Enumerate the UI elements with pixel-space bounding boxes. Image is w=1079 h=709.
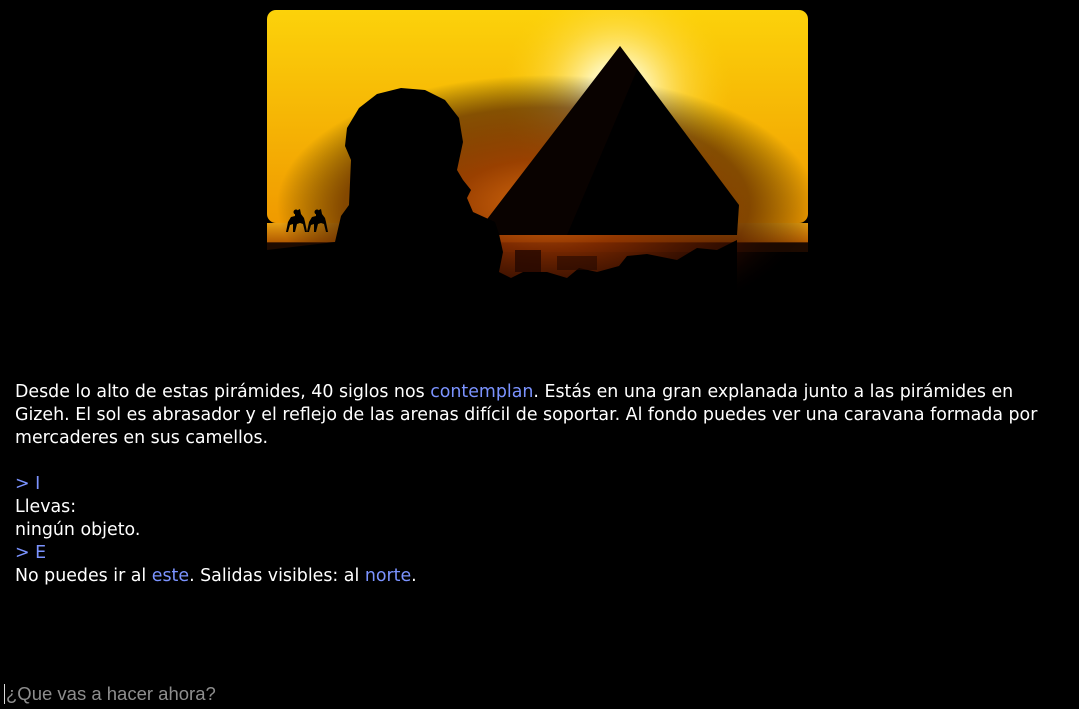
pyramids-sphinx-sunset-icon [267,10,808,340]
location-illustration [267,10,808,340]
inventory-items: ningún objeto. [15,520,141,540]
response-text: . [411,566,417,586]
response-text: . Salidas visibles: al [189,566,365,586]
game-transcript: Desde lo alto de estas pirámides, 40 sig… [15,381,1065,588]
command-echo: > I [15,474,41,494]
text-caret [4,684,5,704]
command-echo: > E [15,543,47,563]
contemplan-link[interactable]: contemplan [430,382,533,402]
response-text: No puedes ir al [15,566,152,586]
command-input[interactable] [6,682,1074,706]
inventory-title: Llevas: [15,497,77,517]
este-link[interactable]: este [152,566,189,586]
description-text: Desde lo alto de estas pirámides, 40 sig… [15,382,431,402]
command-prompt [4,681,1074,707]
movement-response: No puedes ir al este. Salidas visibles: … [15,565,1065,588]
location-description: Desde lo alto de estas pirámides, 40 sig… [15,381,1065,450]
norte-link[interactable]: norte [365,566,411,586]
